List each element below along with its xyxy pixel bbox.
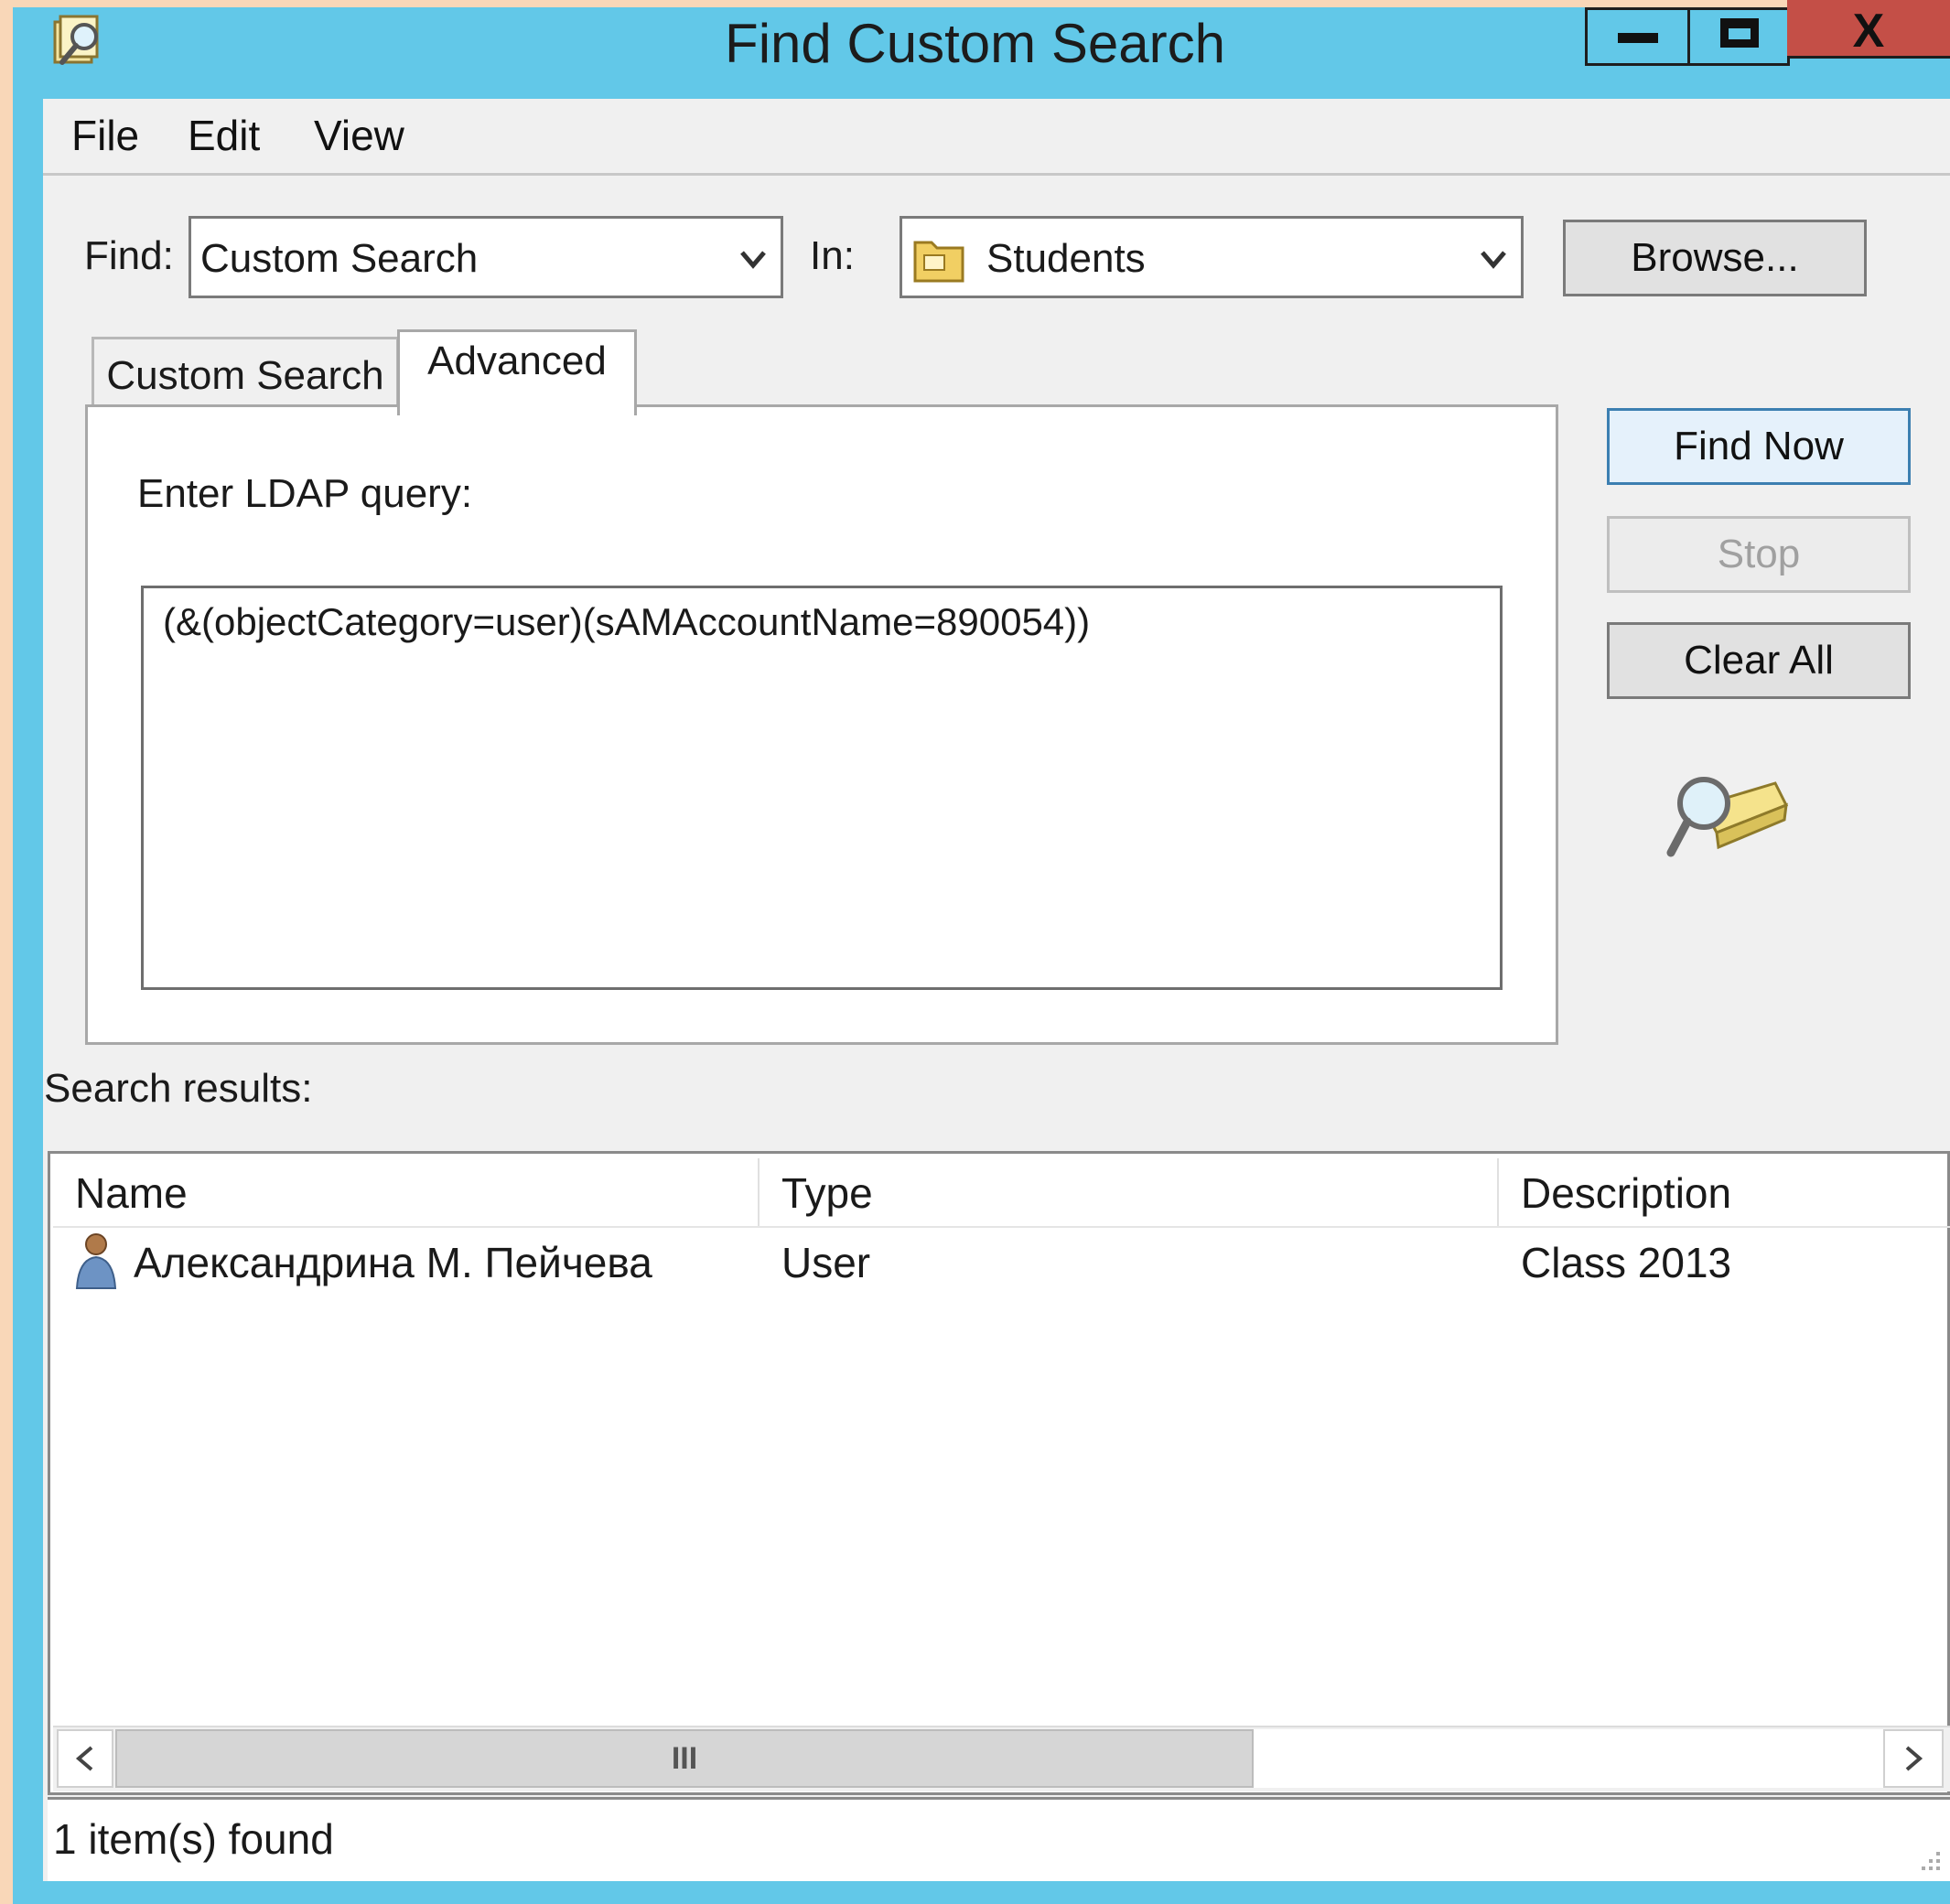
row-type: User <box>781 1239 871 1286</box>
tab-custom-search[interactable]: Custom Search <box>92 337 399 412</box>
chevron-down-icon <box>740 251 766 269</box>
find-combo-value: Custom Search <box>200 236 479 281</box>
minimize-icon <box>1618 33 1658 43</box>
ldap-query-text: (&(objectCategory=user)(sAMAccountName=8… <box>163 600 1091 643</box>
search-results-label: Search results: <box>44 1066 313 1111</box>
close-icon: X <box>1852 5 1885 58</box>
find-combo[interactable]: Custom Search <box>189 216 783 298</box>
in-combo[interactable]: Students <box>900 216 1524 298</box>
in-label: In: <box>810 233 855 278</box>
scroll-grip-icon: III <box>671 1741 698 1776</box>
clear-all-button[interactable]: Clear All <box>1607 622 1911 699</box>
scroll-left-button[interactable] <box>57 1729 113 1788</box>
chevron-left-icon <box>75 1746 93 1771</box>
browse-button[interactable]: Browse... <box>1563 220 1867 296</box>
column-divider[interactable] <box>758 1158 760 1226</box>
user-icon <box>73 1232 119 1292</box>
in-combo-value: Students <box>986 236 1146 281</box>
find-now-button[interactable]: Find Now <box>1607 408 1911 485</box>
ou-folder-icon <box>913 241 964 283</box>
chevron-down-icon <box>1481 251 1506 269</box>
maximize-icon <box>1720 18 1759 48</box>
resize-grip-icon[interactable] <box>1916 1846 1944 1874</box>
column-divider[interactable] <box>1497 1158 1499 1226</box>
menu-file[interactable]: File <box>71 108 139 163</box>
search-flashlight-icon <box>1665 769 1789 860</box>
ldap-prompt-label: Enter LDAP query: <box>137 471 473 516</box>
row-name: Александрина М. Пейчева <box>134 1239 652 1286</box>
status-text: 1 item(s) found <box>53 1815 334 1863</box>
scroll-thumb[interactable]: III <box>115 1729 1254 1788</box>
scroll-track[interactable] <box>1254 1729 1883 1788</box>
stop-button[interactable]: Stop <box>1607 516 1911 593</box>
tab-advanced[interactable]: Advanced <box>397 329 637 415</box>
column-name[interactable]: Name <box>75 1166 188 1221</box>
find-label: Find: <box>84 233 174 278</box>
column-type[interactable]: Type <box>781 1166 873 1221</box>
chevron-right-icon <box>1905 1746 1923 1771</box>
menu-view[interactable]: View <box>314 108 404 163</box>
menu-edit[interactable]: Edit <box>188 108 260 163</box>
column-description[interactable]: Description <box>1521 1166 1731 1221</box>
scroll-right-button[interactable] <box>1883 1729 1944 1788</box>
row-description: Class 2013 <box>1521 1239 1732 1286</box>
